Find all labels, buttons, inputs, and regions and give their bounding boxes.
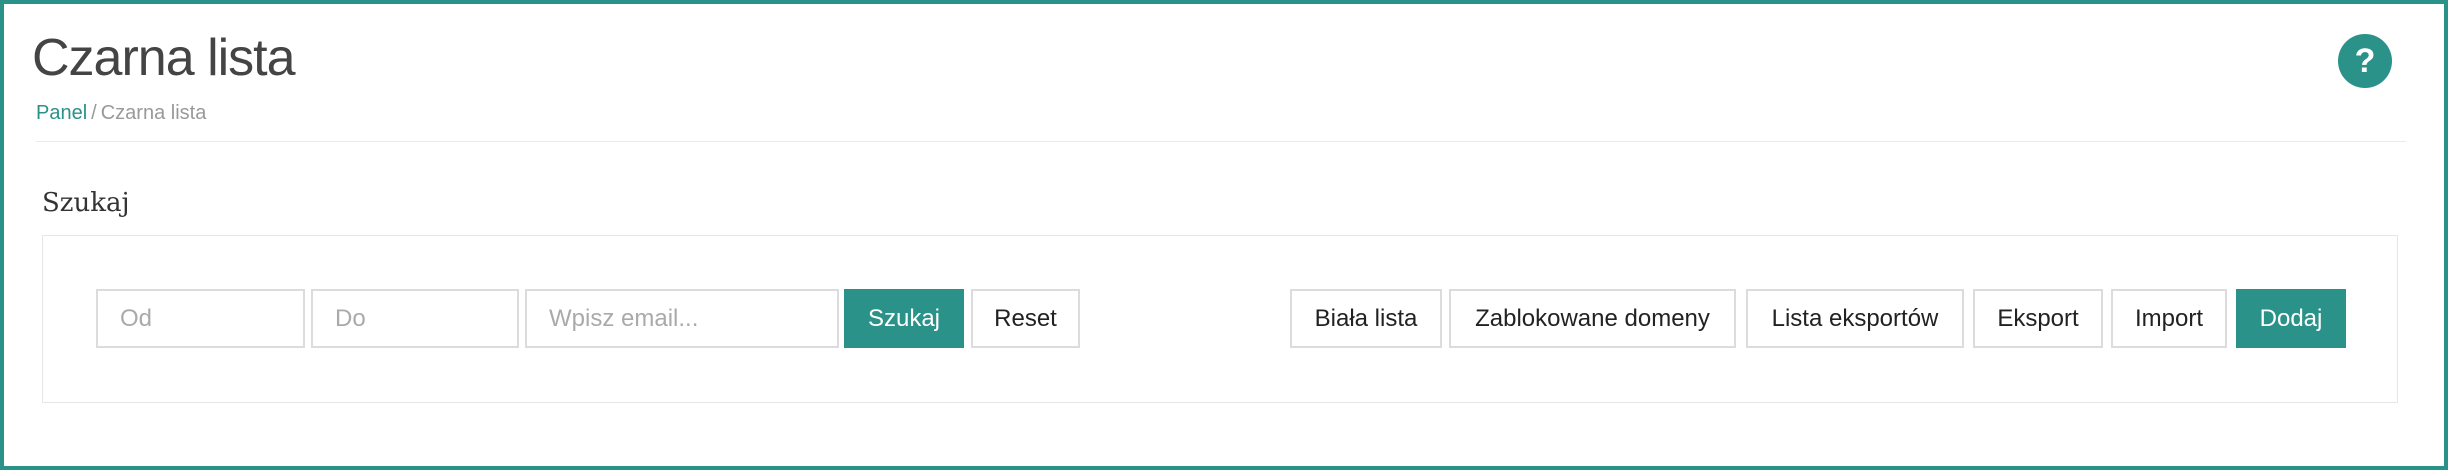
app-frame: Czarna lista Panel / Czarna lista ? Szukaj…: [0, 0, 2448, 470]
blocked-domains-button[interactable]: Zablokowane domeny: [1449, 289, 1736, 348]
add-button[interactable]: Dodaj: [2236, 289, 2346, 348]
breadcrumb-link-panel[interactable]: Panel: [36, 102, 87, 124]
date-to-input[interactable]: [311, 289, 519, 348]
date-from-input[interactable]: [96, 289, 305, 348]
whitelist-button[interactable]: Biała lista: [1290, 289, 1442, 348]
email-search-input[interactable]: [525, 289, 839, 348]
header-divider: [36, 141, 2406, 142]
page-title: Czarna lista: [32, 29, 296, 87]
import-button[interactable]: Import: [2111, 289, 2227, 348]
breadcrumb-separator: /: [91, 102, 97, 124]
reset-button[interactable]: Reset: [971, 289, 1080, 348]
breadcrumb-current: Czarna lista: [100, 102, 207, 124]
question-icon: ?: [2354, 41, 2376, 80]
breadcrumb: Panel / Czarna lista: [36, 102, 206, 125]
exports-list-button[interactable]: Lista eksportów: [1746, 289, 1964, 348]
search-section-title: Szukaj: [42, 188, 130, 218]
search-button[interactable]: Szukaj: [844, 289, 964, 348]
export-button[interactable]: Eksport: [1973, 289, 2103, 348]
help-button[interactable]: ?: [2338, 34, 2392, 88]
